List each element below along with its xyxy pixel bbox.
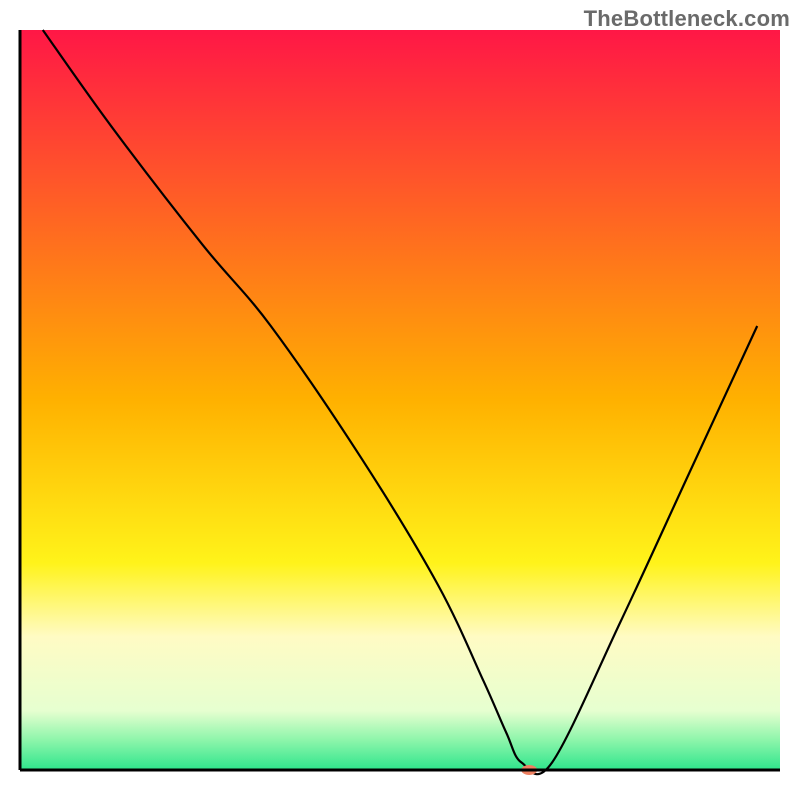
chart-background [20,30,780,770]
bottleneck-chart [0,0,800,800]
plot-area [20,30,780,775]
chart-container: { "watermark": { "text": "TheBottleneck.… [0,0,800,800]
watermark-text: TheBottleneck.com [584,6,790,32]
